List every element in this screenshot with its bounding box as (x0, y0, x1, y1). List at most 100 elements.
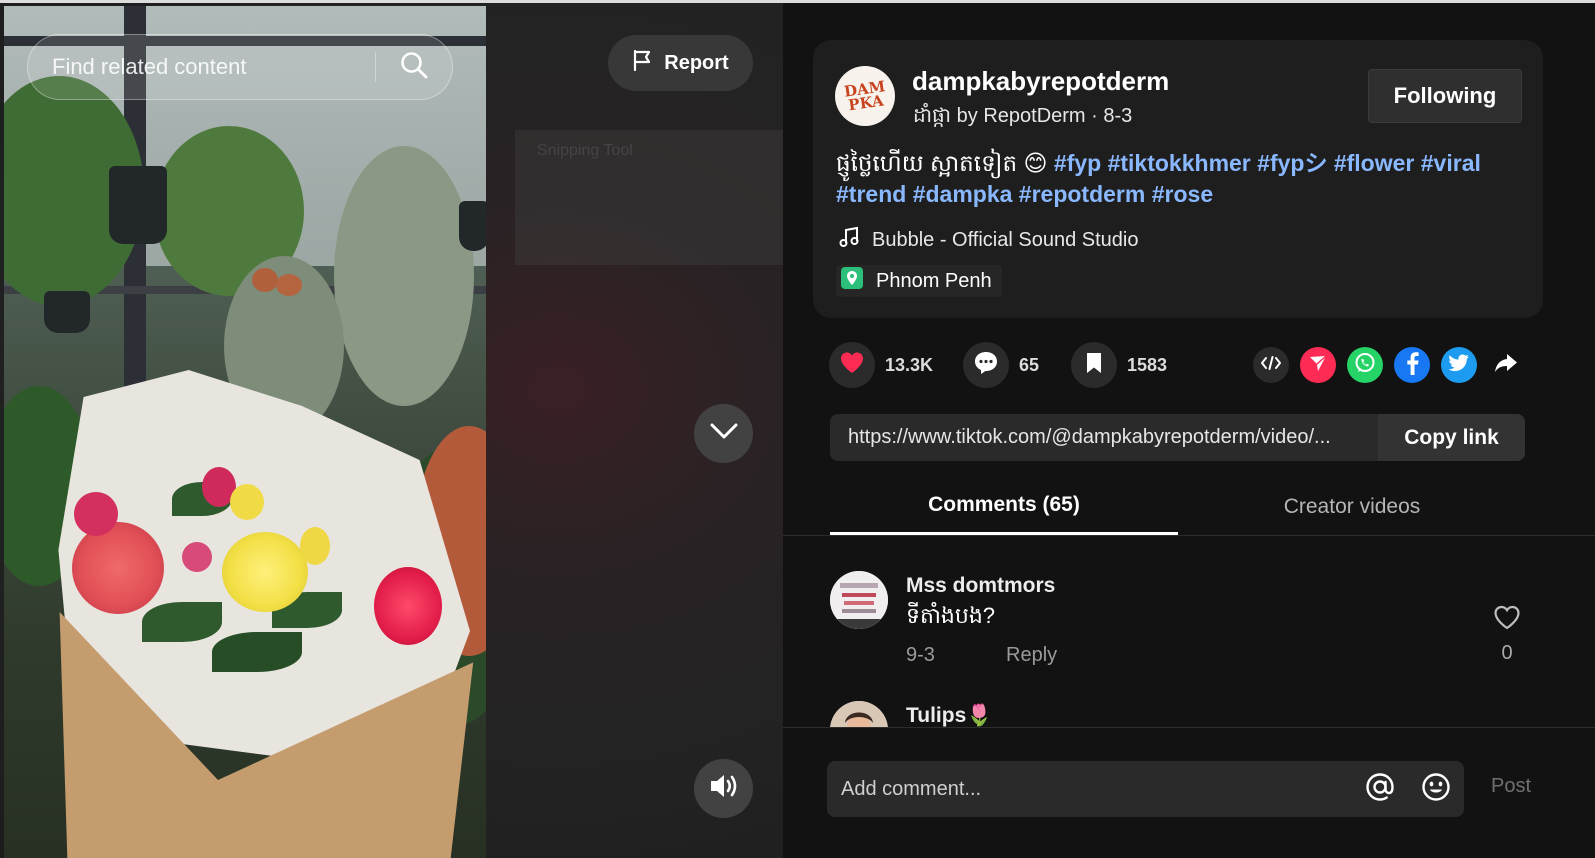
rose-yellow (230, 484, 264, 520)
twitter-button[interactable] (1441, 347, 1477, 383)
music-link[interactable]: Bubble - Official Sound Studio (838, 226, 1138, 254)
volume-icon (708, 772, 740, 805)
hashtag-link[interactable]: #rose (1152, 181, 1213, 207)
whatsapp-icon (1353, 351, 1377, 380)
following-button[interactable]: Following (1368, 69, 1522, 123)
side-panel: DAM PKA dampkabyrepotderm ដាំផ្កា by Rep… (783, 0, 1595, 858)
creator-username[interactable]: dampkabyrepotderm (912, 66, 1169, 97)
like-action[interactable]: 13.3K (829, 342, 933, 388)
more-share-button[interactable] (1488, 347, 1524, 383)
panel-tabs: Comments (65) Creator videos (783, 478, 1595, 536)
comment-button[interactable] (963, 342, 1009, 388)
search-icon (399, 50, 429, 85)
comment-username[interactable]: Mss domtmors (906, 574, 1055, 598)
copy-link-button[interactable]: Copy link (1378, 414, 1525, 461)
comment-username[interactable]: Tulips🌷 (906, 704, 992, 727)
hashtag-link[interactable]: #tiktokkhmer (1108, 150, 1251, 176)
at-sign-icon (1365, 772, 1395, 807)
heart-outline-icon (1493, 605, 1521, 636)
rose-leaf (142, 602, 222, 642)
creator-meta: ដាំផ្កា by RepotDerm · 8-3 (913, 105, 1133, 127)
report-label: Report (664, 51, 729, 74)
emoji-button[interactable] (1408, 761, 1464, 817)
hanging-pot (459, 201, 486, 251)
comment-like-button[interactable]: 0 (1492, 605, 1522, 665)
chevron-down-icon (709, 421, 739, 446)
send-icon (1308, 353, 1328, 378)
commenter-avatar[interactable] (830, 571, 888, 629)
video-frame[interactable] (4, 6, 486, 858)
embed-button[interactable] (1253, 347, 1289, 383)
flag-icon (632, 49, 654, 77)
music-title: Bubble - Official Sound Studio (872, 228, 1139, 251)
heart-icon (839, 351, 865, 380)
rose-leaf (212, 632, 302, 672)
video-caption: ផ្ញូថ្លៃហើយ ស្អាតទៀត 😊 #fyp #tiktokkhmer… (836, 148, 1526, 210)
comment-action[interactable]: 65 (963, 342, 1039, 388)
comment-date: 9-3 (906, 644, 935, 666)
music-note-icon (838, 226, 860, 254)
rose-pink (182, 542, 212, 572)
post-comment-button[interactable]: Post (1491, 775, 1531, 798)
snipping-tool-label: Snipping Tool (537, 142, 633, 159)
rose-yellow (300, 527, 330, 565)
rose-pink (74, 492, 118, 536)
comment-box[interactable] (827, 761, 1464, 817)
tab-creator-videos[interactable]: Creator videos (1178, 478, 1526, 535)
report-button[interactable]: Report (608, 35, 753, 91)
send-button[interactable] (1300, 347, 1336, 383)
video-area[interactable]: Report Snipping Tool (0, 0, 797, 858)
comment-bubble-icon (973, 350, 999, 381)
hashtag-link[interactable]: #viral (1421, 150, 1481, 176)
search-box[interactable] (27, 34, 453, 100)
comment-input[interactable] (827, 761, 1352, 817)
comment-text: ទីតាំងបង? (906, 603, 996, 628)
like-count: 13.3K (885, 354, 934, 375)
next-video-button[interactable] (694, 404, 753, 463)
volume-button[interactable] (694, 759, 753, 818)
hanging-pot (44, 291, 90, 333)
comment-item: Mss domtmors ទីតាំងបង? 9-3 Reply 0 (830, 571, 1550, 681)
search-input[interactable] (28, 35, 375, 99)
commenter-avatar[interactable] (830, 701, 888, 727)
comment-composer: Post (783, 727, 1595, 858)
facebook-icon (1404, 351, 1420, 380)
save-count: 1583 (1127, 354, 1168, 375)
bookmark-icon (1084, 351, 1104, 380)
mention-button[interactable] (1352, 761, 1408, 817)
save-button[interactable] (1071, 342, 1117, 388)
link-box: https://www.tiktok.com/@dampkabyrepotder… (830, 414, 1525, 461)
location-label: Phnom Penh (876, 269, 992, 292)
snipping-tool-overlay: Snipping Tool (515, 130, 797, 265)
hashtag-link[interactable]: #dampka (913, 181, 1013, 207)
video-link-text[interactable]: https://www.tiktok.com/@dampkabyrepotder… (830, 426, 1378, 449)
search-button[interactable] (376, 35, 452, 99)
clay-pot (276, 274, 302, 296)
creator-logo: DAM PKA (842, 77, 887, 115)
comment-like-count: 0 (1501, 642, 1513, 664)
facebook-button[interactable] (1394, 347, 1430, 383)
comment-reply-button[interactable]: Reply (1006, 644, 1057, 667)
rose-coral (72, 522, 164, 614)
creator-avatar[interactable]: DAM PKA (835, 66, 895, 126)
location-chip[interactable]: Phnom Penh (836, 265, 1002, 297)
bouquet (42, 352, 474, 858)
whatsapp-button[interactable] (1347, 347, 1383, 383)
smiley-icon (1421, 772, 1451, 807)
comment-count: 65 (1019, 354, 1040, 375)
embed-icon (1260, 355, 1282, 376)
caption-text: ផ្ញូថ្លៃហើយ ស្អាតទៀត 😊 (836, 150, 1054, 176)
clay-pot (252, 268, 278, 292)
comments-list[interactable]: Mss domtmors ទីតាំងបង? 9-3 Reply 0 Tulip… (783, 537, 1595, 727)
save-action[interactable]: 1583 (1071, 342, 1167, 388)
tab-comments[interactable]: Comments (65) (830, 478, 1178, 535)
hashtag-link[interactable]: #flower (1334, 150, 1415, 176)
hashtag-link[interactable]: #fyp (1054, 150, 1101, 176)
hashtag-link[interactable]: #trend (836, 181, 906, 207)
share-arrow-icon (1494, 352, 1518, 379)
like-button[interactable] (829, 342, 875, 388)
hashtag-link[interactable]: #repotderm (1019, 181, 1146, 207)
hashtag-link[interactable]: #fypシ (1257, 150, 1327, 176)
twitter-icon (1448, 354, 1470, 377)
comment-item: Tulips🌷 (830, 701, 1550, 727)
